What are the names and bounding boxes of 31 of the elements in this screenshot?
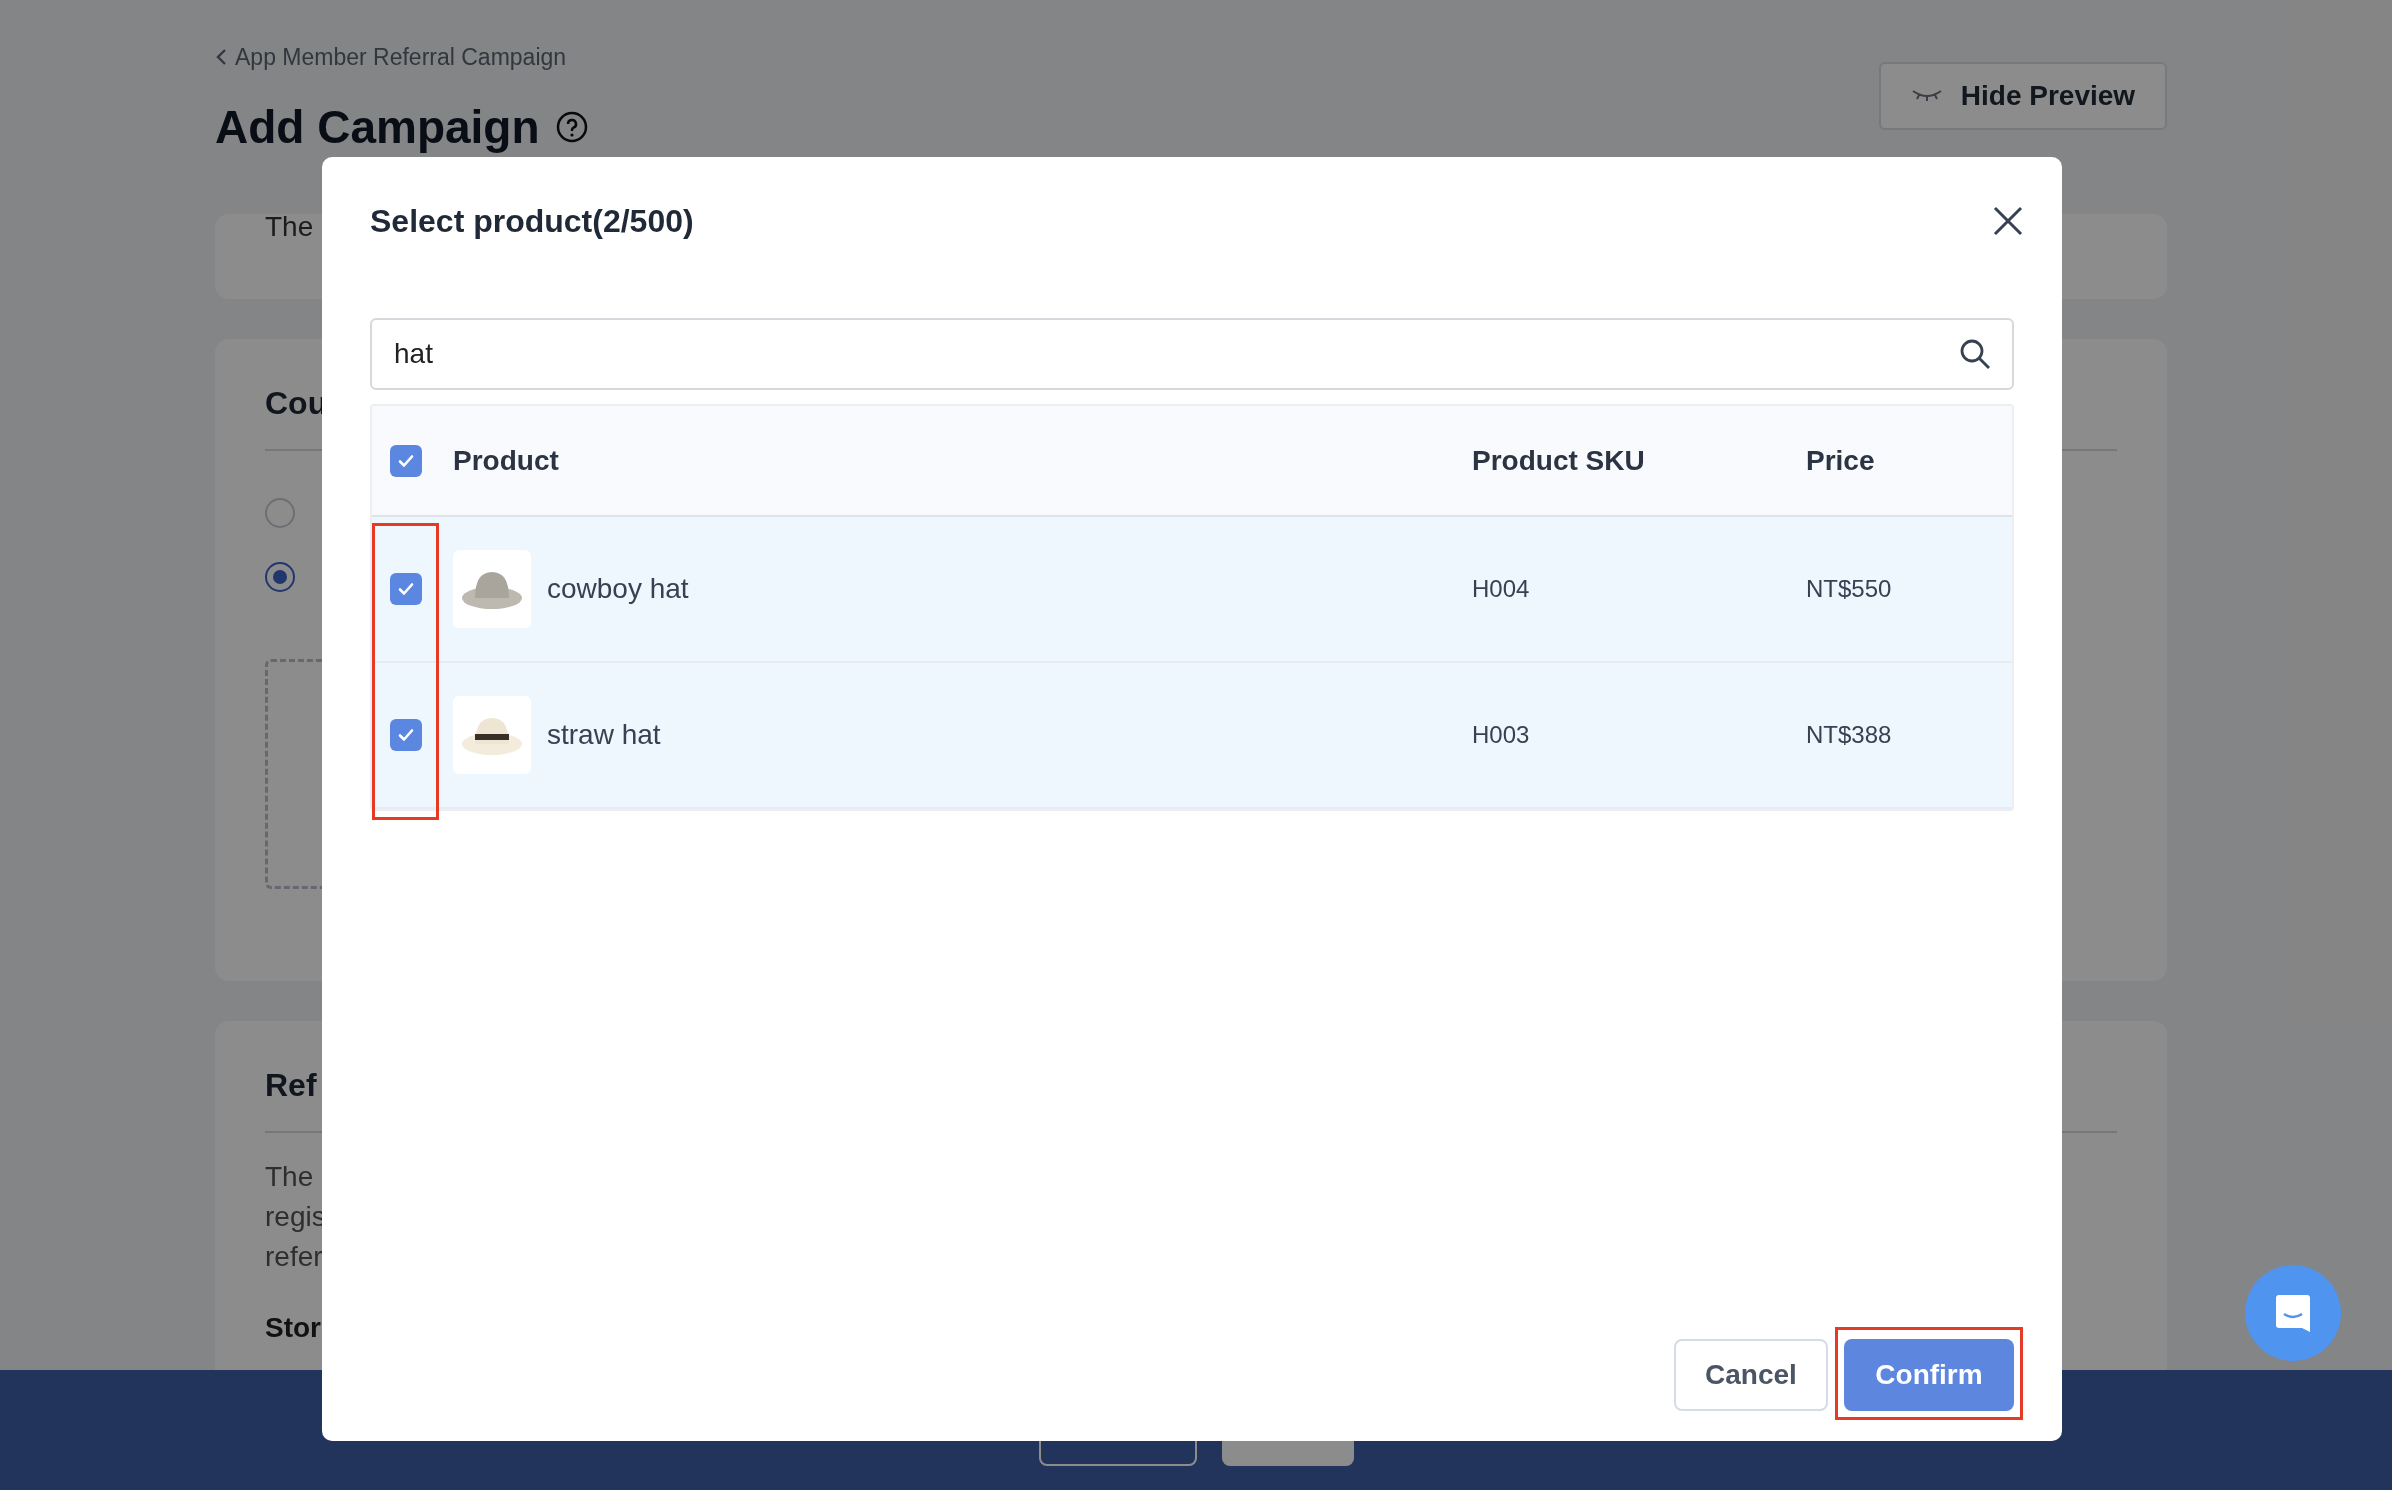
table-row[interactable]: straw hat H003 NT$388 [372, 663, 2012, 809]
dialog-title: Select product(2/500) [370, 202, 694, 241]
hide-preview-button[interactable]: Hide Preview [1879, 62, 2167, 130]
card-text: refer [265, 1239, 323, 1274]
page-title: Add Campaign [215, 99, 540, 155]
table-row[interactable]: cowboy hat H004 NT$550 [372, 517, 2012, 663]
close-icon[interactable] [1992, 205, 2024, 237]
checkbox[interactable] [389, 573, 422, 605]
column-header: Product [452, 443, 560, 478]
table-cell-text: H003 [1472, 720, 1531, 750]
search-icon[interactable] [1958, 337, 1992, 371]
cancel-button[interactable]: Cancel [1674, 1339, 1828, 1411]
confirm-button[interactable]: Confirm [1844, 1339, 2014, 1411]
card-text: The [265, 213, 314, 244]
card-text: The [265, 1159, 314, 1194]
table-cell-text: NT$550 [1806, 574, 1892, 604]
product-name: straw hat [547, 718, 661, 752]
product-name: cowboy hat [547, 572, 689, 606]
card-heading: Ref [265, 1065, 317, 1105]
checkbox[interactable] [389, 719, 422, 751]
help-icon[interactable] [555, 111, 588, 143]
card-subheading: Stor [265, 1310, 321, 1345]
table-cell-text: H004 [1472, 574, 1531, 604]
radio-button[interactable] [265, 561, 295, 592]
search-field[interactable]: hat [370, 318, 2014, 390]
checkbox[interactable] [389, 444, 422, 477]
column-header: Product SKU [1472, 443, 1646, 478]
radio-button[interactable] [265, 497, 295, 528]
closed-eye-icon [1910, 88, 1943, 104]
table-cell-text: NT$388 [1806, 720, 1892, 750]
column-header: Price [1806, 443, 1875, 478]
